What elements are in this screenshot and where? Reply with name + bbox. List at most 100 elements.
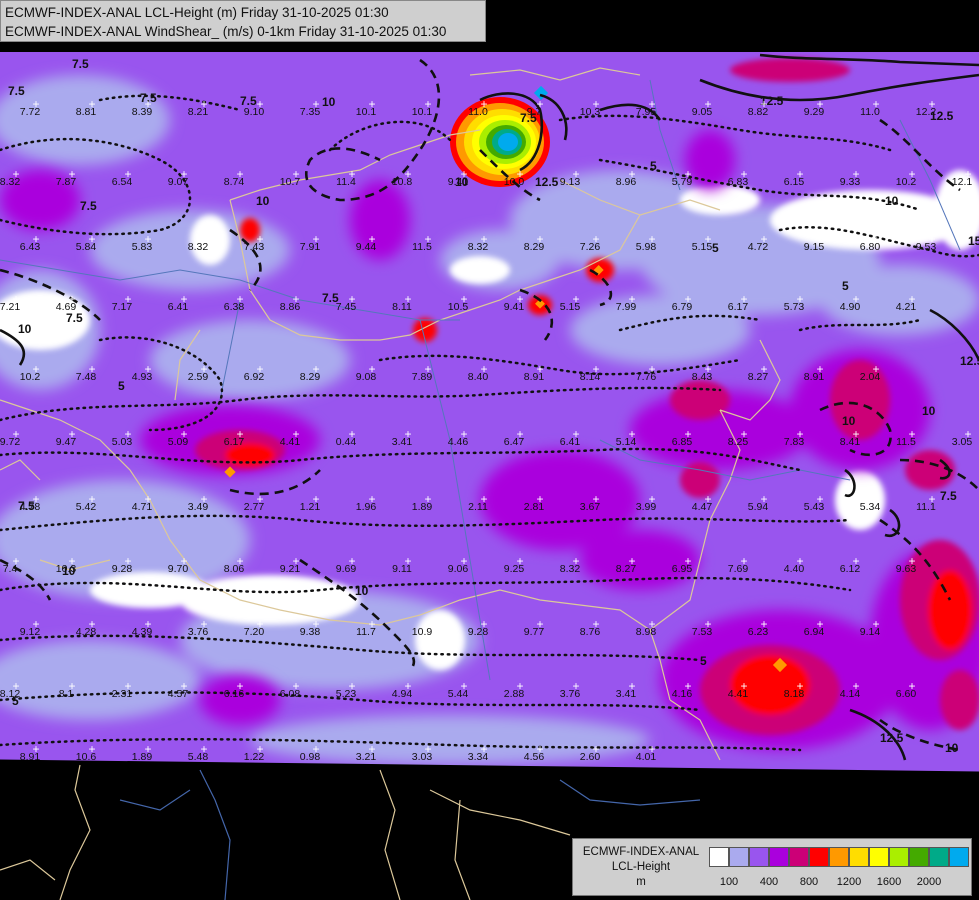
grid-value: 4.69 (56, 301, 77, 313)
grid-value: 3.21 (356, 751, 377, 763)
grid-value: 8.32 (468, 241, 489, 253)
grid-value: 8.76 (580, 626, 601, 638)
grid-value: 8.21 (188, 106, 209, 118)
grid-value: 3.99 (636, 501, 657, 513)
legend-tick-label: 2000 (916, 876, 942, 888)
grid-value: 9.15 (804, 241, 825, 253)
grid-value: 8.14 (580, 371, 601, 383)
grid-value: 10.3 (580, 106, 601, 118)
grid-value: 2.04 (860, 371, 881, 383)
grid-value: 0.44 (336, 436, 357, 448)
grid-value: 7.53 (692, 626, 713, 638)
contour-label: 7.5 (80, 199, 97, 213)
grid-value: 6.60 (896, 688, 917, 700)
grid-value: 6.17 (224, 436, 245, 448)
grid-value: 9.63 (896, 563, 917, 575)
grid-value: 11.0 (860, 106, 880, 118)
grid-value: 10.5 (448, 301, 469, 313)
legend-title-unit: m (636, 876, 646, 888)
contour-label: 10 (256, 194, 270, 208)
grid-value: 2.88 (504, 688, 525, 700)
grid-value: 9.38 (300, 626, 321, 638)
legend-tick-label: 1200 (836, 876, 862, 888)
grid-value: 6.92 (244, 371, 265, 383)
contour-label: 7.5 (72, 57, 89, 71)
grid-value: 8.82 (748, 106, 769, 118)
weather-map: 7.5 7.5 7.5 10 7.5 7.5 10 7.5 10 7.5 5 1… (0, 0, 979, 900)
grid-value: 3.03 (412, 751, 433, 763)
grid-value: 9.28 (112, 563, 133, 575)
grid-value: 4.72 (748, 241, 769, 253)
grid-value: 8.29 (300, 371, 321, 383)
grid-value: 7.72 (20, 106, 41, 118)
grid-value: 7.48 (76, 371, 97, 383)
grid-value: 8.91 (524, 371, 545, 383)
grid-value: 5.98 (636, 241, 657, 253)
contour-label: 10 (922, 404, 936, 418)
legend-swatch (709, 847, 729, 867)
grid-value: 8.18 (784, 688, 805, 700)
grid-value: 10.7 (280, 176, 301, 188)
grid-value: 8.11 (392, 301, 412, 313)
grid-value: 4.57 (168, 688, 189, 700)
legend-swatch (849, 847, 869, 867)
grid-value: 2.60 (580, 751, 601, 763)
grid-value: 6.47 (504, 436, 525, 448)
grid-value: 3.76 (188, 626, 209, 638)
legend-tick-label: 800 (799, 876, 819, 888)
legend-swatches (709, 847, 969, 867)
grid-value: 8.27 (748, 371, 769, 383)
grid-value: 9.70 (168, 563, 189, 575)
grid-value: 3.76 (560, 688, 581, 700)
contour-label: 7.5 (66, 311, 83, 325)
contour-label: 5 (712, 241, 719, 255)
grid-value: 9.08 (356, 371, 377, 383)
grid-value: 3.67 (580, 501, 601, 513)
grid-value: 8.39 (132, 106, 153, 118)
grid-value: 9.10 (244, 106, 265, 118)
grid-value: 8.81 (76, 106, 97, 118)
grid-value: 4.47 (692, 501, 713, 513)
contour-label: 5 (118, 379, 125, 393)
grid-value: 7.91 (300, 241, 321, 253)
grid-value: 5.03 (112, 436, 133, 448)
legend-ticks: 100 400 800 1200 1600 2000 (709, 876, 969, 890)
title-line-windshear: ECMWF-INDEX-ANAL WindShear_ (m/s) 0-1km … (5, 24, 447, 39)
grid-value: 10.3 (56, 563, 77, 575)
grid-value: 4.40 (784, 563, 805, 575)
grid-value: 9.77 (524, 626, 545, 638)
grid-value: 6.15 (784, 176, 805, 188)
contour-label: 5 (842, 279, 849, 293)
grid-value: 10.2 (20, 371, 41, 383)
grid-value: 4.21 (896, 301, 917, 313)
legend-tick-label: 1600 (876, 876, 902, 888)
grid-value: 8.41 (840, 436, 861, 448)
grid-value: 11.0 (468, 106, 488, 118)
grid-value: 9.06 (448, 563, 469, 575)
legend-title: ECMWF-INDEX-ANAL LCL-Height m (577, 845, 705, 890)
grid-value: 5.09 (168, 436, 189, 448)
grid-value: 5.84 (76, 241, 97, 253)
grid-value: 10.0 (504, 176, 525, 188)
contour-label: 10 (945, 741, 959, 755)
grid-value: 6.41 (560, 436, 581, 448)
grid-value: 9.07 (168, 176, 189, 188)
grid-value: 5.83 (132, 241, 153, 253)
grid-value: 2.31 (112, 688, 133, 700)
contour-label: 10 (842, 414, 856, 428)
grid-value: 3.41 (616, 688, 637, 700)
grid-value: 7.35 (300, 106, 321, 118)
grid-value: 9.7 (527, 106, 542, 118)
grid-value: 6.85 (672, 436, 693, 448)
grid-value: 10.8 (392, 176, 413, 188)
contour-label: 10 (885, 194, 899, 208)
grid-value: 2.59 (188, 371, 209, 383)
contour-label: 10 (18, 322, 32, 336)
grid-value: 0.98 (300, 751, 321, 763)
legend-title-variable: LCL-Height (611, 861, 671, 873)
legend-title-model: ECMWF-INDEX-ANAL (582, 846, 700, 858)
grid-value: 9.41 (504, 301, 525, 313)
grid-value: 6.95 (672, 563, 693, 575)
grid-value: 9.13 (560, 176, 581, 188)
grid-value: 6.16 (224, 688, 245, 700)
